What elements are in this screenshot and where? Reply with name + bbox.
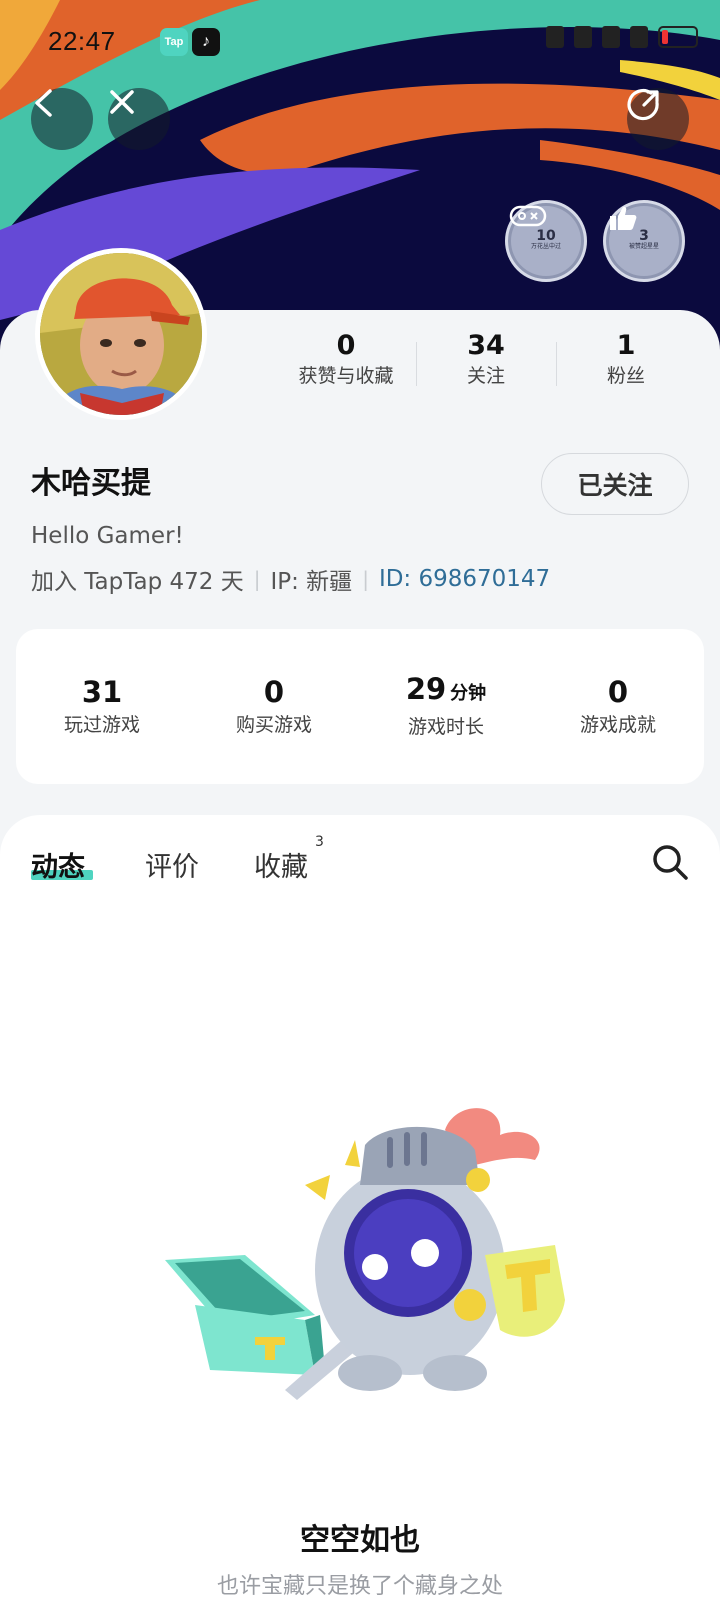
ip-location: IP: 新疆 <box>270 569 353 595</box>
gamepad-icon <box>509 205 547 227</box>
badge-number: 10 <box>536 228 556 244</box>
empty-state-title: 空空如也 <box>300 1523 420 1558</box>
tab-reviews[interactable]: 评价 <box>145 845 199 884</box>
games-bought-label: 购买游戏 <box>235 713 312 736</box>
taptap-app-icon: Tap <box>160 28 188 56</box>
following-count: 34 <box>467 330 505 361</box>
tab-activity[interactable]: 动态 <box>31 845 85 884</box>
following-label: 关注 <box>466 365 505 387</box>
status-time: 22:47 <box>48 26 116 56</box>
favorites-count: 3 <box>315 834 324 850</box>
avatar[interactable] <box>35 248 207 420</box>
followers-stat[interactable]: 1 粉丝 <box>556 330 696 396</box>
likes-and-favorites-stat[interactable]: 0 获赞与收藏 <box>276 330 416 396</box>
user-meta: 加入 TapTap 472 天 | IP: 新疆 | ID: 698670147 <box>31 562 550 596</box>
play-time-label: 游戏时长 <box>407 716 484 738</box>
signal-icon <box>602 26 620 48</box>
likes-label: 获赞与收藏 <box>298 365 394 387</box>
badge-caption: 被赞超星星 <box>628 243 659 250</box>
share-button[interactable] <box>627 88 689 150</box>
badge-number: 3 <box>639 228 649 244</box>
following-stat[interactable]: 34 关注 <box>416 330 556 396</box>
tab-activity-label: 动态 <box>31 852 85 883</box>
meta-divider: | <box>253 567 261 591</box>
achievements-count: 0 <box>607 674 629 709</box>
status-bar: 22:47 Tap ♪ <box>0 22 720 62</box>
wifi-icon <box>630 26 648 48</box>
play-time-unit: 分钟 <box>450 683 487 704</box>
share-icon <box>627 88 659 121</box>
search-button[interactable] <box>650 842 690 882</box>
join-days: 加入 TapTap 472 天 <box>31 569 244 595</box>
likes-count: 0 <box>336 330 356 361</box>
battery-icon <box>658 26 698 48</box>
games-bought-count: 0 <box>263 674 285 709</box>
badge-caption: 万花丛中过 <box>530 243 561 250</box>
bluetooth-icon <box>574 26 592 48</box>
nfc-icon <box>546 26 564 48</box>
tiktok-app-icon: ♪ <box>192 28 220 56</box>
achievements-label: 游戏成就 <box>579 713 656 736</box>
followers-label: 粉丝 <box>606 365 645 387</box>
search-icon <box>653 845 688 880</box>
following-button[interactable]: 已关注 <box>541 453 689 515</box>
username: 木哈买提 <box>31 466 151 501</box>
close-icon <box>110 90 134 114</box>
achievements-stat[interactable]: 0 游戏成就 <box>532 674 704 740</box>
games-played-count: 31 <box>81 674 123 709</box>
close-button[interactable] <box>108 88 170 150</box>
user-bio: Hello Gamer! <box>31 523 184 549</box>
social-stats: 0 获赞与收藏 34 关注 1 粉丝 <box>276 330 696 396</box>
tab-favorites[interactable]: 收藏 <box>254 845 308 884</box>
play-time-stat[interactable]: 29 分钟 游戏时长 <box>360 671 532 742</box>
game-stats-card: 31 玩过游戏 0 购买游戏 29 分钟 游戏时长 0 游戏成就 <box>16 629 704 784</box>
meta-divider: | <box>362 567 369 591</box>
games-played-label: 玩过游戏 <box>63 713 140 736</box>
games-bought-stat[interactable]: 0 购买游戏 <box>188 674 360 740</box>
thumbs-up-icon <box>610 206 637 230</box>
play-time-value: 29 <box>405 672 447 706</box>
empty-state-illustration <box>165 1108 565 1400</box>
achievement-badge-likes[interactable]: 3 被赞超星星 <box>603 200 685 282</box>
status-icons <box>546 26 698 48</box>
back-button[interactable] <box>31 88 93 150</box>
avatar-photo <box>40 253 202 415</box>
user-id[interactable]: ID: 698670147 <box>379 566 550 592</box>
followers-count: 1 <box>616 330 636 361</box>
games-played-stat[interactable]: 31 玩过游戏 <box>16 674 188 740</box>
avatar-portrait <box>40 253 202 415</box>
chevron-left-icon <box>35 89 52 117</box>
achievement-badge-playtime[interactable]: 10 万花丛中过 <box>505 200 587 282</box>
empty-state-subtitle: 也许宝藏只是换了个藏身之处 <box>216 1574 503 1598</box>
